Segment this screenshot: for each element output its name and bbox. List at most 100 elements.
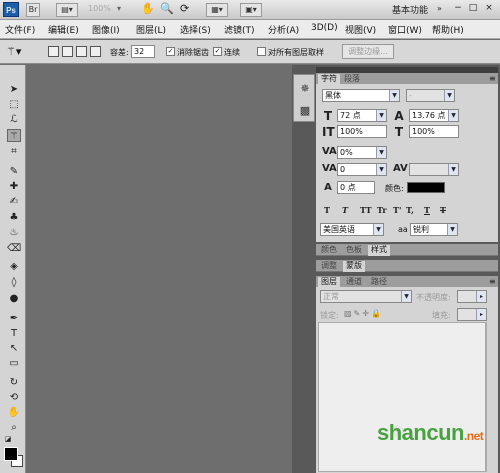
- layers-scrollbar[interactable]: [486, 322, 498, 472]
- antialias-checkbox[interactable]: ✓: [166, 47, 175, 56]
- language-select[interactable]: 美国英语 ▼: [320, 223, 384, 236]
- menu-window[interactable]: 窗口(W): [388, 23, 422, 36]
- strikethrough-button[interactable]: T: [440, 205, 446, 215]
- lasso-tool-icon[interactable]: ℒ: [7, 113, 21, 126]
- tool-options-bar: ⚚▾ 容差: 32 ✓ 消除锯齿 ✓ 连续 对所有图层取样 调整边缘...: [0, 40, 500, 64]
- hand-tool-icon[interactable]: ✋: [7, 406, 21, 419]
- tolerance-input[interactable]: 32: [131, 45, 155, 58]
- brush-tool-icon[interactable]: ✍: [7, 195, 21, 208]
- font-size-select[interactable]: 72 点 ▼: [337, 109, 387, 122]
- tab-adjustments[interactable]: 调整: [318, 261, 340, 272]
- 3d-orbit-tool-icon[interactable]: ⟲: [7, 391, 21, 404]
- faux-italic-button[interactable]: T: [342, 205, 348, 215]
- crop-tool-icon[interactable]: ⌗: [7, 145, 21, 158]
- contiguous-checkbox[interactable]: ✓: [213, 47, 222, 56]
- hand-icon[interactable]: ✋: [141, 2, 155, 15]
- font-family-select[interactable]: 黑体 ▼: [322, 89, 400, 102]
- subtract-selection-icon[interactable]: [76, 46, 87, 57]
- rotate-view-icon[interactable]: ⟳: [180, 2, 189, 15]
- tracking-select[interactable]: 0 ▼: [337, 163, 387, 176]
- history-brush-tool-icon[interactable]: ♨: [7, 226, 21, 239]
- menu-image[interactable]: 图像(I): [92, 23, 120, 36]
- subscript-button[interactable]: T,: [406, 205, 414, 215]
- chevron-down-icon: ▼: [448, 164, 458, 175]
- underline-button[interactable]: T: [424, 205, 430, 215]
- font-style-select[interactable]: - ▼: [406, 89, 455, 102]
- eyedropper-tool-icon[interactable]: ✎: [7, 165, 21, 178]
- chevron-down-icon: ▼: [447, 224, 457, 235]
- superscript-button[interactable]: T': [393, 205, 401, 215]
- intersect-selection-icon[interactable]: [90, 46, 101, 57]
- horizontal-scale-input[interactable]: 100%: [409, 125, 459, 138]
- refine-edge-button[interactable]: 调整边缘...: [342, 44, 394, 59]
- default-colors-icon[interactable]: ◪: [3, 433, 13, 446]
- tab-styles[interactable]: 样式: [368, 245, 390, 256]
- menu-edit[interactable]: 编辑(E): [48, 23, 79, 36]
- view-extras-button[interactable]: ▤▾: [56, 3, 78, 17]
- kerning-select[interactable]: ▼: [409, 163, 459, 176]
- tab-swatches[interactable]: 色板: [343, 245, 365, 256]
- all-caps-button[interactable]: TT: [360, 205, 372, 215]
- menu-view[interactable]: 视图(V): [345, 23, 376, 36]
- vertical-scale-input[interactable]: 100%: [337, 125, 387, 138]
- shape-tool-icon[interactable]: ▭: [7, 357, 21, 370]
- dodge-tool-icon[interactable]: ●: [7, 292, 21, 305]
- eraser-tool-icon[interactable]: ⌫: [7, 242, 21, 255]
- fill-input[interactable]: ▸: [457, 308, 487, 321]
- photoshop-logo: Ps: [3, 2, 19, 17]
- magic-wand-preset-icon[interactable]: ⚚▾: [6, 45, 21, 58]
- zoom-tool-icon[interactable]: 🔍: [160, 2, 174, 15]
- workspace-dropdown-icon[interactable]: »: [437, 4, 442, 13]
- sample-all-layers-checkbox[interactable]: [257, 47, 266, 56]
- lock-icons[interactable]: ▨✎✛🔒: [344, 309, 383, 318]
- baseline-shift-input[interactable]: 0 点: [337, 181, 375, 194]
- tools-panel: ➤ ⬚ ℒ ⚚ ⌗ ✎ ✚ ✍ ♣ ♨ ⌫ ◈ ◊ ● ✒ T ↖ ▭ ↻ ⟲ …: [0, 65, 26, 473]
- opacity-input[interactable]: ▸: [457, 290, 487, 303]
- antialias-select[interactable]: 锐利 ▼: [410, 223, 458, 236]
- workspace-switcher[interactable]: 基本功能: [392, 3, 428, 16]
- new-selection-icon[interactable]: [48, 46, 59, 57]
- small-caps-button[interactable]: Tr: [377, 205, 387, 215]
- faux-bold-button[interactable]: T: [324, 205, 330, 215]
- screen-mode-button[interactable]: ▣▾: [240, 3, 262, 17]
- minimize-button[interactable]: −: [452, 3, 464, 15]
- brush-preset-icon[interactable]: ✵: [299, 83, 311, 95]
- foreground-color-swatch[interactable]: [4, 447, 18, 461]
- move-tool-icon[interactable]: ➤: [7, 83, 21, 96]
- zoom-level[interactable]: 100%: [88, 4, 111, 13]
- tracking-percent-value: 0%: [340, 148, 353, 157]
- tab-color[interactable]: 颜色: [318, 245, 340, 256]
- type-tool-icon[interactable]: T: [7, 327, 21, 340]
- image-panel-icon[interactable]: ▩: [299, 105, 311, 117]
- menu-layer[interactable]: 图层(L): [136, 23, 166, 36]
- menu-3d[interactable]: 3D(D): [311, 23, 338, 33]
- bridge-button[interactable]: Br: [26, 3, 40, 17]
- menu-analysis[interactable]: 分析(A): [268, 23, 299, 36]
- 3d-rotate-tool-icon[interactable]: ↻: [7, 376, 21, 389]
- color-panel-tabs: 颜色 色板 样式: [316, 244, 498, 256]
- text-color-swatch[interactable]: [407, 182, 445, 193]
- blur-tool-icon[interactable]: ◊: [7, 276, 21, 289]
- arrange-documents-button[interactable]: ▦▾: [206, 3, 228, 17]
- tracking-percent-select[interactable]: 0% ▼: [337, 146, 387, 159]
- menu-file[interactable]: 文件(F): [5, 23, 35, 36]
- menu-filter[interactable]: 滤镜(T): [224, 23, 255, 36]
- clone-stamp-tool-icon[interactable]: ♣: [7, 211, 21, 224]
- magic-wand-tool-icon[interactable]: ⚚: [7, 129, 21, 142]
- tab-masks[interactable]: 蒙版: [343, 261, 365, 272]
- healing-brush-tool-icon[interactable]: ✚: [7, 180, 21, 193]
- zoom-dropdown-icon[interactable]: ▾: [117, 4, 121, 13]
- close-button[interactable]: ×: [483, 3, 495, 15]
- layers-list[interactable]: [318, 322, 486, 472]
- paint-bucket-tool-icon[interactable]: ◈: [7, 260, 21, 273]
- pen-tool-icon[interactable]: ✒: [7, 312, 21, 325]
- leading-select[interactable]: 13.76 点 ▼: [409, 109, 459, 122]
- menu-help[interactable]: 帮助(H): [432, 23, 464, 36]
- path-selection-tool-icon[interactable]: ↖: [7, 342, 21, 355]
- document-area[interactable]: [27, 65, 292, 473]
- marquee-tool-icon[interactable]: ⬚: [7, 98, 21, 111]
- restore-button[interactable]: □: [467, 3, 479, 15]
- blend-mode-select[interactable]: 正常 ▼: [320, 290, 412, 303]
- menu-select[interactable]: 选择(S): [180, 23, 211, 36]
- add-selection-icon[interactable]: [62, 46, 73, 57]
